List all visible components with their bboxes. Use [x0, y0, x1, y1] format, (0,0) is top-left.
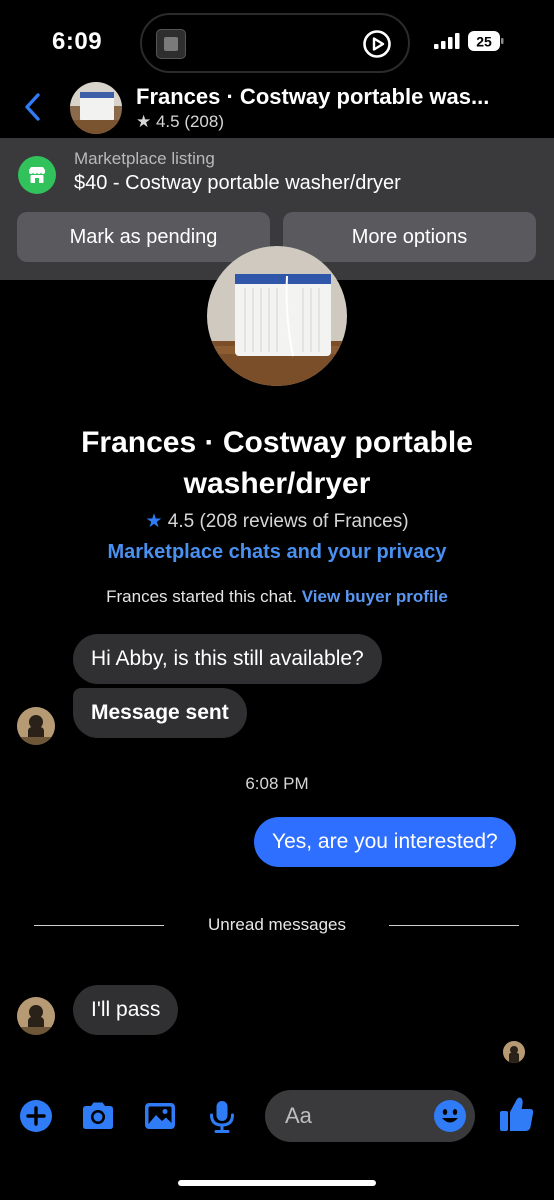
rating-text: 4.5 (208 reviews of Frances) [162, 511, 409, 532]
read-receipt-avatar [503, 1041, 525, 1063]
listing-avatar[interactable] [70, 82, 122, 134]
battery-icon: 25 [468, 31, 504, 51]
emoji-icon[interactable] [433, 1099, 467, 1133]
profile-name: Frances · Costway portable washer/dryer [81, 426, 473, 500]
mark-as-pending-button[interactable]: Mark as pending [17, 212, 270, 262]
message-bubble[interactable]: Hi Abby, is this still available? [73, 634, 382, 684]
profile-rating: ★ 4.5 (208 reviews of Frances) [0, 510, 554, 533]
camera-icon[interactable] [80, 1098, 116, 1134]
status-bar: 6:09 25 [0, 0, 554, 80]
now-playing-artwork [156, 29, 186, 59]
divider-line-right [389, 925, 519, 926]
home-indicator[interactable] [178, 1180, 376, 1186]
listing-photo[interactable] [207, 246, 347, 386]
sender-avatar[interactable] [17, 707, 55, 745]
message-bubble[interactable]: Message sent [73, 688, 247, 738]
star-icon: ★ [145, 511, 163, 532]
status-time: 6:09 [52, 28, 103, 55]
play-circle-icon [363, 30, 391, 58]
plus-icon[interactable] [18, 1098, 54, 1134]
message-bubble[interactable]: I'll pass [73, 985, 179, 1035]
back-icon[interactable] [20, 90, 46, 124]
chat-started-notice: Frances started this chat. View buyer pr… [0, 587, 554, 607]
microphone-icon[interactable] [204, 1098, 240, 1134]
listing-kicker: Marketplace listing [74, 149, 215, 168]
photo-icon[interactable] [142, 1098, 178, 1134]
message-bubble-outgoing[interactable]: Yes, are you interested? [254, 817, 516, 867]
cellular-signal-icon [434, 33, 460, 49]
thumbs-up-icon[interactable] [498, 1094, 536, 1134]
more-options-button[interactable]: More options [283, 212, 536, 262]
chat-header: Frances · Costway portable was... ★ 4.5 … [0, 80, 554, 138]
dynamic-island[interactable] [140, 13, 410, 73]
chat-title[interactable]: Frances · Costway portable was... [136, 84, 536, 110]
chat-rating: ★ 4.5 (208) [136, 112, 225, 131]
battery-level: 25 [476, 34, 492, 50]
message-input[interactable] [285, 1100, 435, 1132]
privacy-link[interactable]: Marketplace chats and your privacy [0, 541, 554, 564]
message-timestamp: 6:08 PM [245, 774, 309, 793]
sender-avatar[interactable] [17, 997, 55, 1035]
message-input-field[interactable] [265, 1090, 475, 1142]
listing-title[interactable]: $40 - Costway portable washer/dryer [74, 172, 401, 195]
marketplace-shop-icon [18, 156, 56, 194]
view-buyer-profile-link[interactable]: View buyer profile [302, 587, 448, 606]
message-composer [0, 1088, 554, 1144]
started-text: Frances started this chat. [106, 587, 302, 606]
